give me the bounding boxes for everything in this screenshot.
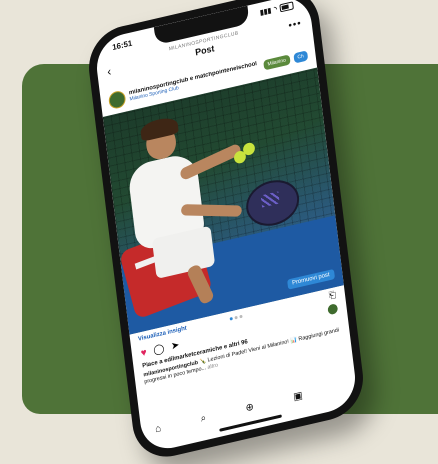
like-heart-icon[interactable]: ♥	[140, 347, 147, 359]
status-indicators: ▮▮▮ ◝	[260, 1, 294, 17]
photo-player-arm-lower	[180, 204, 243, 217]
share-icon[interactable]: ➤	[170, 339, 180, 352]
profile-avatar-icon[interactable]	[327, 303, 339, 316]
post-photo[interactable]: Promuovi post	[102, 67, 344, 335]
reels-icon[interactable]: ▣	[293, 390, 304, 403]
carousel-dot-active	[229, 316, 233, 321]
follow-chip[interactable]: Ch	[292, 50, 309, 64]
status-time: 16:51	[111, 37, 133, 52]
caption-more-link[interactable]: altro	[207, 363, 218, 371]
carousel-dot	[234, 315, 238, 320]
carousel-indicator	[229, 314, 243, 321]
instagram-screen: 16:51 ▮▮▮ ◝ ‹ MILANINOSPORTINGCLUB Post …	[93, 0, 359, 455]
home-icon[interactable]: ⌂	[154, 422, 161, 434]
add-post-icon[interactable]: ⊕	[245, 401, 255, 414]
bottom-tab-bar: ⌂ ⌕ ⊕ ▣	[154, 378, 343, 437]
search-icon[interactable]: ⌕	[200, 412, 207, 424]
signal-icon: ▮▮▮	[259, 7, 272, 17]
wifi-icon: ◝	[273, 6, 278, 14]
collab-chip[interactable]: Milanino	[263, 54, 291, 71]
avatar[interactable]	[107, 88, 127, 110]
phone-scene: 16:51 ▮▮▮ ◝ ‹ MILANINOSPORTINGCLUB Post …	[0, 0, 438, 464]
carousel-dot	[239, 314, 243, 319]
battery-icon	[279, 1, 294, 13]
comment-icon[interactable]: ◯	[153, 343, 165, 356]
smartphone: 16:51 ▮▮▮ ◝ ‹ MILANINOSPORTINGCLUB Post …	[84, 0, 368, 464]
bookmark-icon[interactable]: ⎗	[328, 289, 336, 302]
